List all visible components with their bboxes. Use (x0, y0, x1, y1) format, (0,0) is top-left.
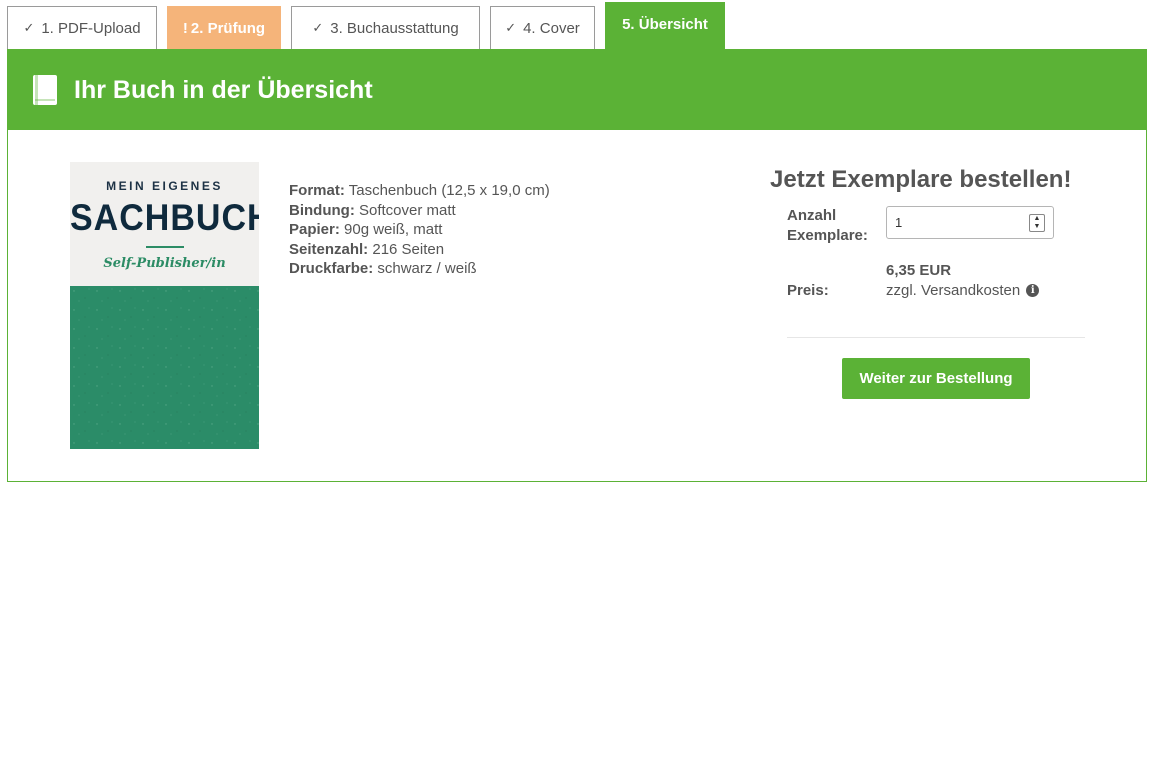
quantity-input[interactable]: 1 ▲ ▼ (886, 206, 1054, 239)
cover-texture-pattern (70, 286, 259, 449)
panel-header: Ihr Buch in der Übersicht (8, 50, 1146, 130)
info-icon[interactable]: i (1026, 284, 1040, 297)
spec-bindung: Bindung: Softcover matt (289, 201, 456, 219)
divider (787, 337, 1085, 338)
stepper-down-icon[interactable]: ▼ (1030, 223, 1044, 231)
overview-panel: Ihr Buch in der Übersicht MEIN EIGENES S… (7, 49, 1147, 482)
book-cover-preview: MEIN EIGENES SACHBUCH Self-Publisher/in (70, 162, 259, 449)
shipping-note: zzgl. Versandkosten i (886, 282, 1040, 299)
page-title: Ihr Buch in der Übersicht (74, 75, 373, 104)
order-box: Jetzt Exemplare bestellen! Anzahl Exempl… (770, 166, 1100, 399)
tab-uebersicht[interactable]: 5. Übersicht (605, 2, 725, 50)
check-icon: ✓ (312, 20, 324, 35)
cover-subtitle: MEIN EIGENES (106, 179, 223, 193)
tab-label: 1. PDF-Upload (41, 19, 141, 37)
cover-top: MEIN EIGENES SACHBUCH Self-Publisher/in (70, 162, 259, 286)
price-label: Preis: (787, 282, 829, 299)
tab-pruefung[interactable]: ! 2. Prüfung (167, 6, 281, 49)
stepper-up-icon[interactable]: ▲ (1030, 215, 1044, 223)
cover-texture (70, 286, 259, 449)
cover-title: SACHBUCH (70, 197, 259, 239)
tab-cover[interactable]: ✓ 4. Cover (490, 6, 595, 49)
cover-divider (145, 246, 184, 248)
cover-author: Self-Publisher/in (103, 256, 226, 271)
spec-seitenzahl: Seitenzahl: 216 Seiten (289, 240, 445, 258)
price-value: 6,35 EUR (886, 262, 952, 279)
order-title: Jetzt Exemplare bestellen! (770, 166, 1072, 193)
tab-label: 4. Cover (523, 19, 580, 37)
tab-buchausstattung[interactable]: ✓ 3. Buchausstattung (291, 6, 480, 49)
spec-format: Format: Taschenbuch (12,5 x 19,0 cm) (289, 182, 550, 199)
tab-label: 2. Prüfung (190, 19, 266, 37)
quantity-stepper[interactable]: ▲ ▼ (1029, 213, 1045, 232)
tab-pdf-upload[interactable]: ✓ 1. PDF-Upload (7, 6, 157, 49)
quantity-value: 1 (895, 215, 903, 230)
tab-label: 3. Buchausstattung (330, 19, 459, 37)
continue-order-button[interactable]: Weiter zur Bestellung (842, 358, 1030, 399)
book-specs: Format: Taschenbuch (12,5 x 19,0 cm) Bin… (289, 181, 550, 279)
tab-label: 5. Übersicht (622, 16, 708, 33)
book-icon (33, 75, 57, 105)
check-icon: ✓ (505, 20, 517, 35)
warning-icon: ! (182, 19, 188, 37)
check-icon: ✓ (23, 20, 35, 35)
spec-druckfarbe: Druckfarbe: schwarz / weiß (289, 260, 477, 277)
step-tabs: ✓ 1. PDF-Upload ! 2. Prüfung ✓ 3. Buchau… (7, 0, 1147, 50)
spec-papier: Papier: 90g weiß, matt (289, 221, 443, 238)
quantity-label: Anzahl Exemplare: (787, 207, 868, 244)
